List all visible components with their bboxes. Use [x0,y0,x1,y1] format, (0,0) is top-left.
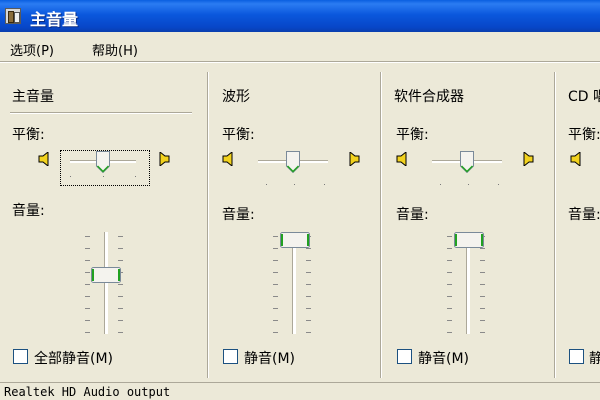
volume-control-app-icon[interactable] [5,8,21,24]
mute-all-label[interactable]: 全部静音(M) [34,348,113,368]
menu-bar: 选项(P) 帮助(H) [0,36,600,60]
mute-checkbox[interactable] [223,349,238,364]
status-bar: Realtek HD Audio output [0,382,600,400]
balance-label: 平衡: [568,127,600,143]
speaker-left-icon [570,152,584,166]
balance-label: 平衡: [396,127,429,143]
volume-label: 音量: [568,207,600,223]
volume-label: 音量: [396,207,429,223]
speaker-right-icon [520,152,534,166]
mute-checkbox[interactable] [397,349,412,364]
speaker-left-icon [222,152,236,166]
channel-separator [554,72,556,378]
status-text: Realtek HD Audio output [4,385,171,399]
channel-title: 主音量 [12,89,54,105]
channel-title: 波形 [222,89,250,105]
balance-label: 平衡: [222,127,255,143]
channel-separator [380,72,382,378]
balance-slider-thumb[interactable] [286,151,300,174]
volume-label: 音量: [12,203,45,219]
mute-all-checkbox[interactable] [13,349,28,364]
mute-label[interactable]: 静 [589,348,600,368]
balance-ticks [70,176,136,178]
mute-label[interactable]: 静音(M) [244,348,295,368]
volume-slider-thumb[interactable] [91,267,121,283]
channel-title: CD 唱 [568,89,600,105]
channel-title: 软件合成器 [394,89,464,105]
menu-options[interactable]: 选项(P) [10,40,54,59]
speaker-left-icon [396,152,410,166]
speaker-right-icon [346,152,360,166]
title-bar[interactable]: 主音量 [0,0,600,32]
menu-help[interactable]: 帮助(H) [92,40,138,59]
volume-slider-thumb[interactable] [280,232,310,248]
speaker-left-icon [38,152,52,166]
balance-slider-thumb[interactable] [96,151,110,174]
mute-checkbox[interactable] [569,349,584,364]
speaker-right-icon [156,152,170,166]
balance-ticks [432,184,502,186]
volume-slider-thumb[interactable] [454,232,484,248]
balance-label: 平衡: [12,127,45,143]
menu-divider-highlight [0,62,600,63]
title-separator [10,112,192,114]
mute-label[interactable]: 静音(M) [418,348,469,368]
balance-ticks [258,184,328,186]
volume-label: 音量: [222,207,255,223]
balance-slider-thumb[interactable] [460,151,474,174]
channel-separator [207,72,209,378]
window-title: 主音量 [30,10,79,29]
